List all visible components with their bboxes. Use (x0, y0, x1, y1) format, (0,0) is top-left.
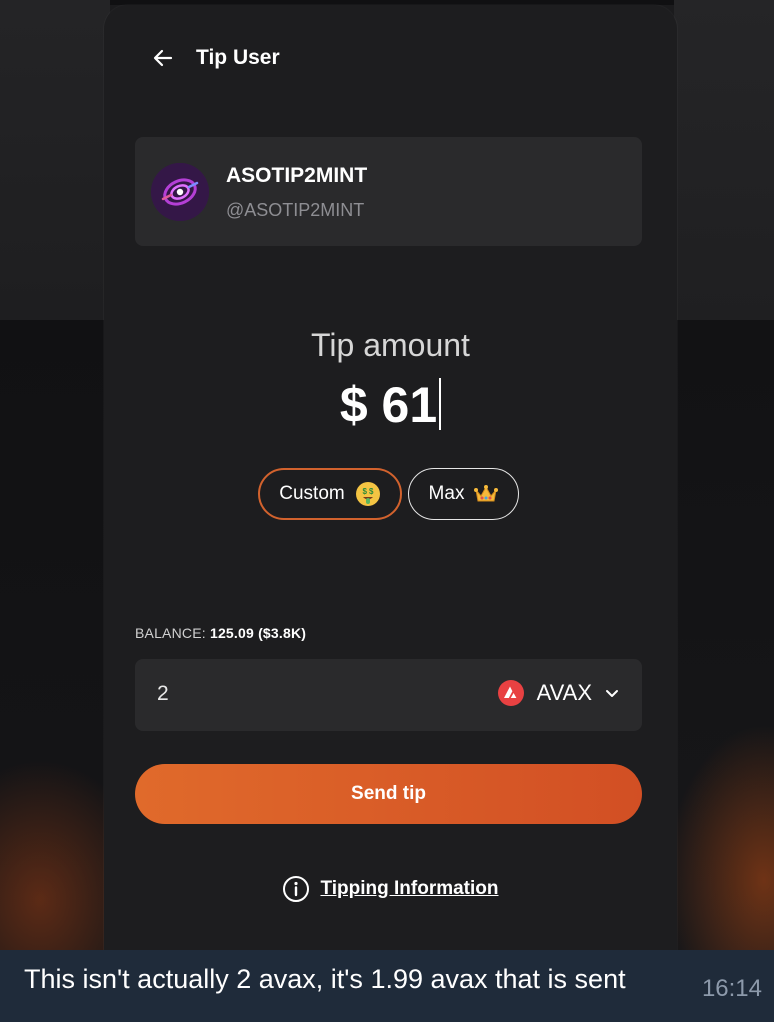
balance-label: BALANCE: (135, 625, 206, 641)
chat-message-bubble: This isn't actually 2 avax, it's 1.99 av… (0, 950, 774, 1022)
back-button[interactable] (150, 45, 176, 71)
balance-value: 125.09 ($3.8K) (209, 625, 307, 641)
info-circle-icon (283, 876, 310, 902)
custom-preset-label: Custom (279, 483, 345, 504)
recipient-handle: @ASOTIP2MINT (226, 200, 365, 220)
avatar (151, 163, 209, 221)
background-right (674, 0, 774, 950)
crown-emoji-icon (474, 483, 499, 505)
background-left (0, 0, 110, 950)
svg-text:$: $ (362, 487, 367, 496)
swirl-avatar-icon (151, 163, 209, 221)
custom-preset-button[interactable]: Custom $ $ (258, 468, 402, 520)
svg-text:$: $ (369, 487, 374, 496)
token-amount-field[interactable]: 2 AVAX (135, 659, 642, 731)
money-face-emoji-icon: $ $ (355, 481, 381, 507)
balance-line: BALANCE: 125.09 ($3.8K) (135, 625, 306, 641)
text-caret (439, 378, 442, 430)
token-amount-input[interactable]: 2 (157, 682, 169, 706)
max-preset-button[interactable]: Max (408, 468, 519, 520)
recipient-name: ASOTIP2MINT (226, 164, 368, 187)
token-symbol: AVAX (536, 680, 592, 705)
avax-logo-icon (497, 680, 524, 706)
tipping-info-link[interactable]: Tipping Information (104, 875, 677, 903)
tip-amount-value: $ 61 (339, 377, 438, 433)
max-preset-label: Max (428, 483, 465, 504)
token-dropdown[interactable]: AVAX (497, 679, 620, 707)
tip-modal: Tip User ASOTIP2MINT @ASOTIP2MINT Tip am… (104, 5, 677, 950)
page-title: Tip User (196, 46, 280, 69)
message-text: This isn't actually 2 avax, it's 1.99 av… (24, 964, 626, 994)
tipping-info-label[interactable]: Tipping Information (320, 878, 498, 900)
chevron-down-icon (606, 690, 618, 697)
arrow-left-icon (153, 49, 173, 67)
send-tip-button[interactable]: Send tip (135, 764, 642, 824)
recipient-card: ASOTIP2MINT @ASOTIP2MINT (135, 137, 642, 246)
message-timestamp: 16:14 (701, 975, 762, 1002)
tip-amount-label: Tip amount (311, 327, 470, 363)
tip-amount-input[interactable]: $ 61 (104, 375, 677, 435)
modal-header: Tip User (150, 45, 280, 71)
